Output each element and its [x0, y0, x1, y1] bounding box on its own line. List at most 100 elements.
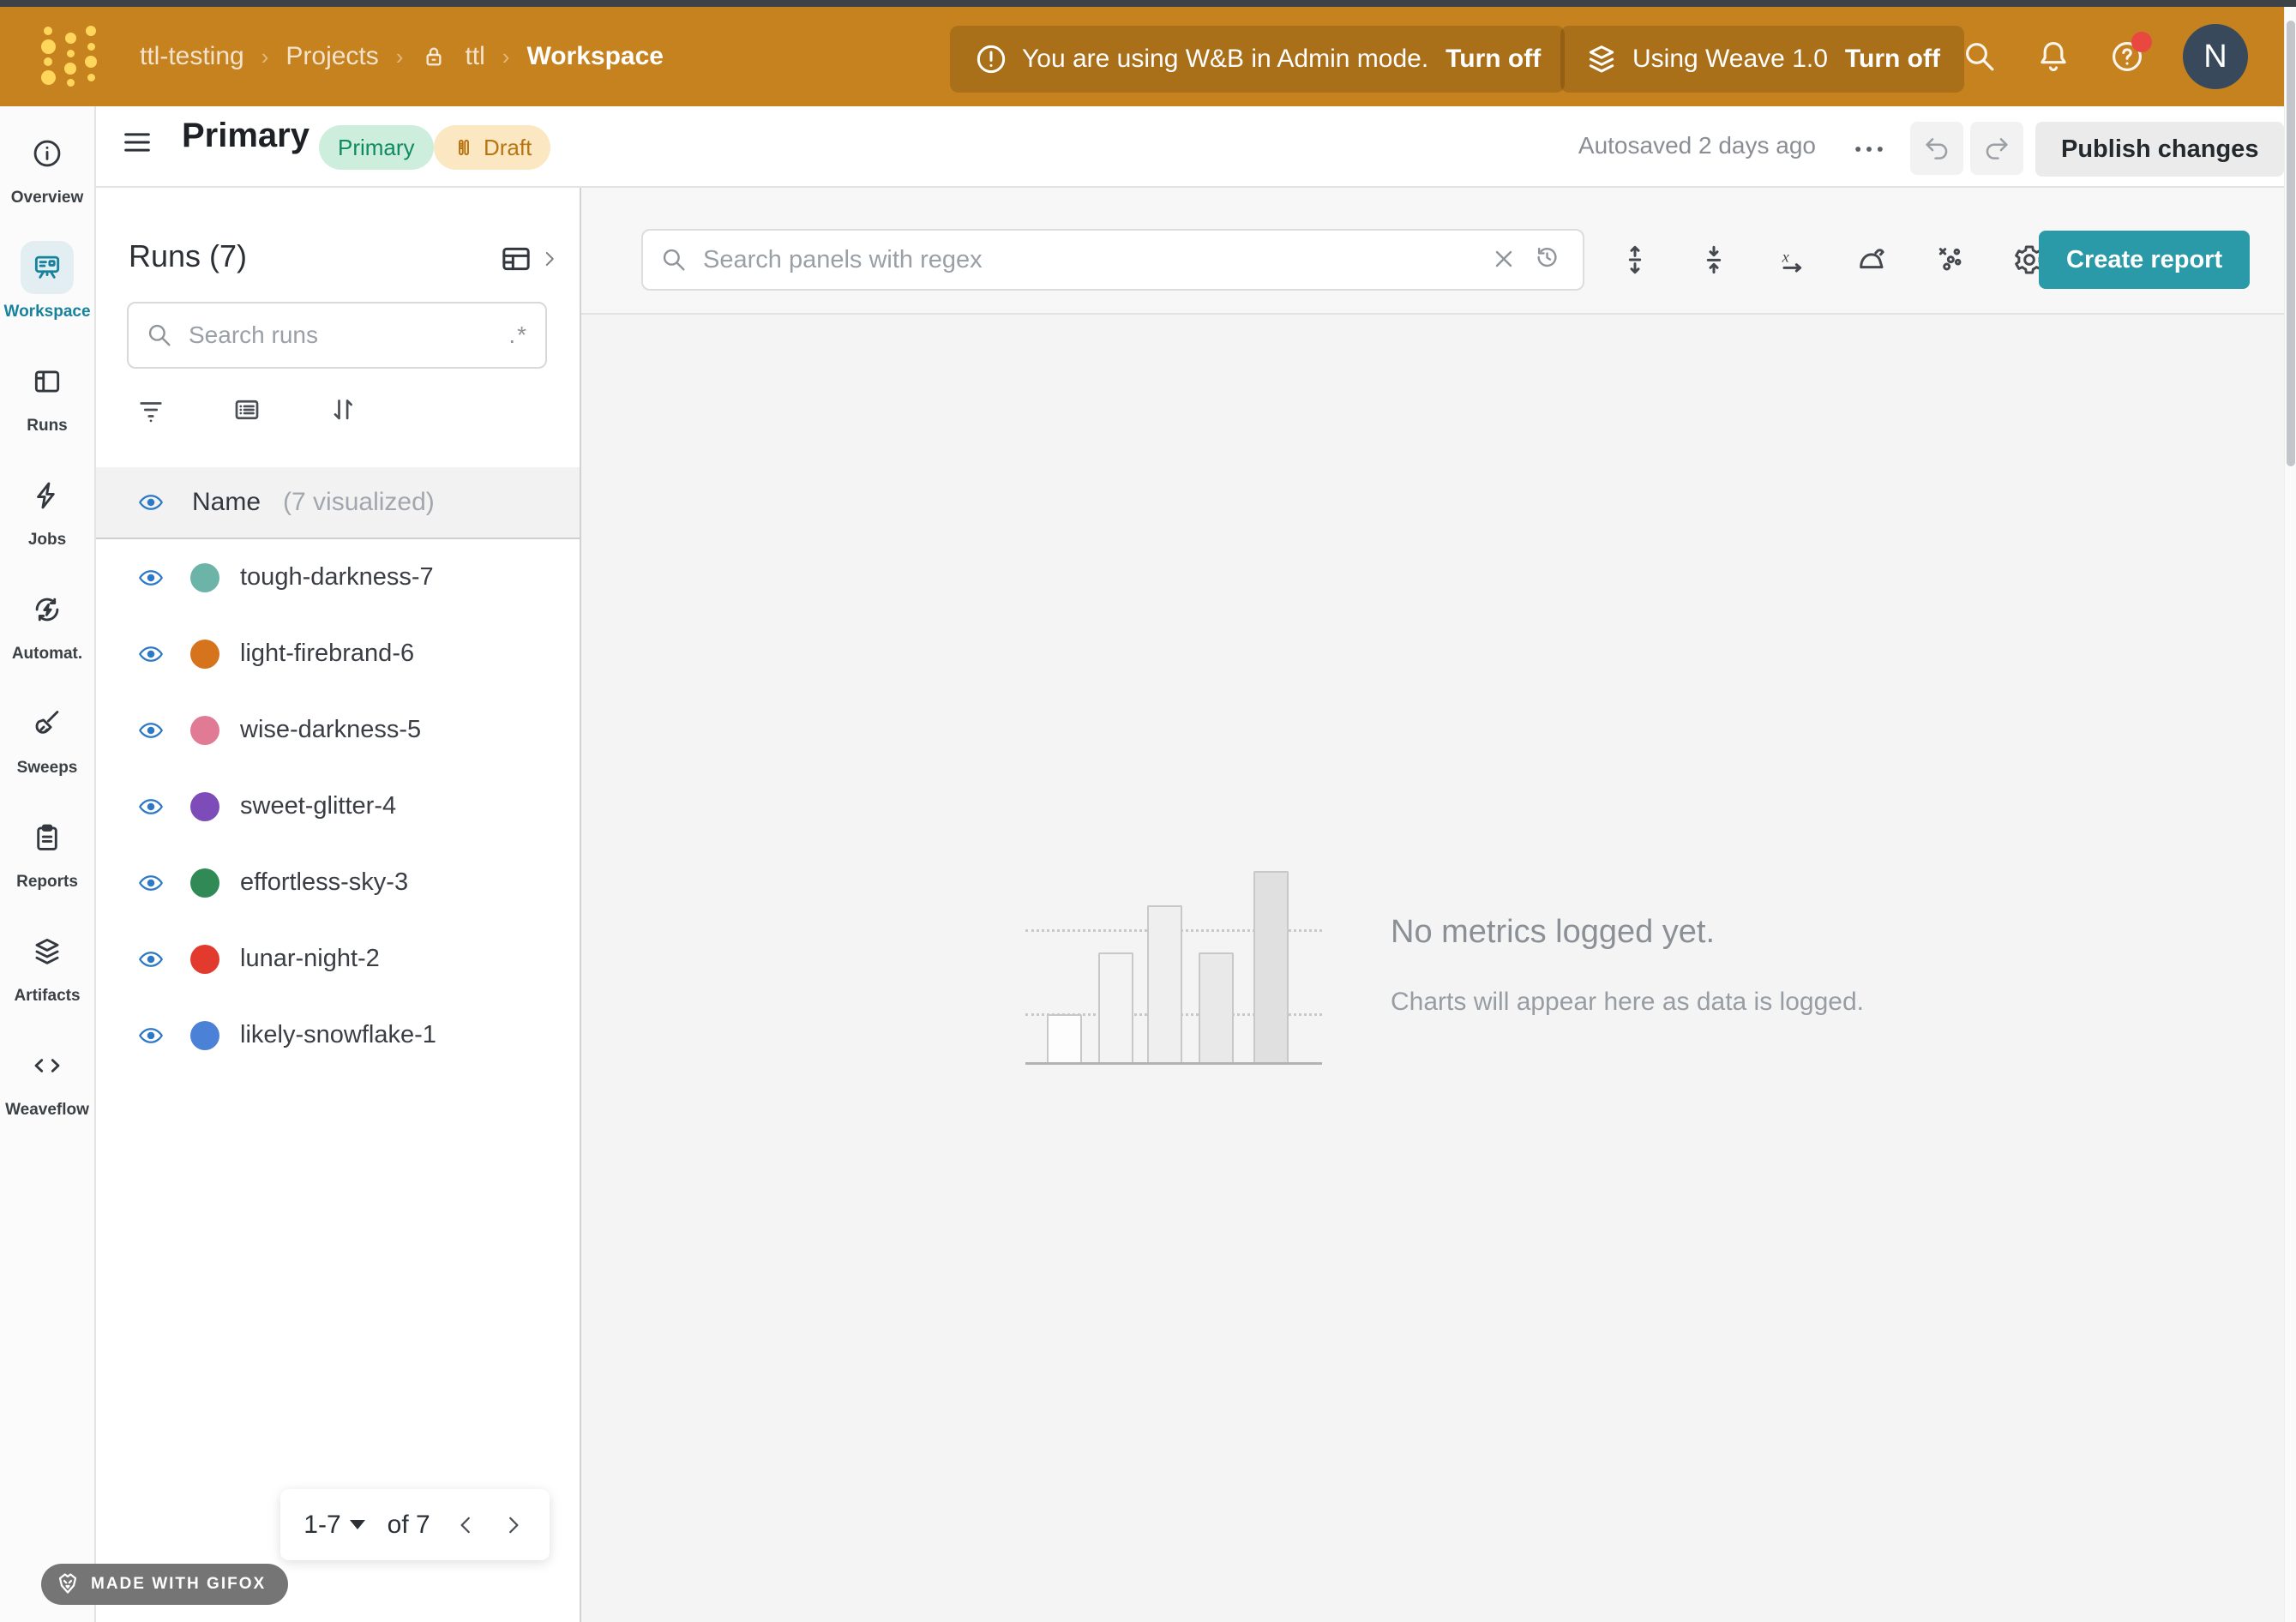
sidebar-item-reports[interactable]: Reports [0, 811, 95, 925]
sidebar-item-runs[interactable]: Runs [0, 355, 95, 469]
sidebar-item-label: Workspace [3, 303, 90, 321]
run-row[interactable]: lunar-night-2 [96, 921, 580, 997]
undo-button[interactable] [1910, 122, 1963, 175]
run-color-dot[interactable] [190, 792, 219, 821]
breadcrumb-item[interactable]: ttl-testing [140, 42, 244, 71]
broom-icon [21, 697, 74, 750]
weave-banner-text: Using Weave 1.0 [1632, 45, 1828, 74]
collapse-vertical-icon[interactable] [1694, 240, 1734, 279]
eye-icon[interactable] [132, 718, 170, 743]
eye-icon[interactable] [132, 946, 170, 972]
chart-bar [1098, 952, 1133, 1063]
run-color-dot[interactable] [190, 868, 219, 898]
weave-turn-off-button[interactable]: Turn off [1845, 45, 1940, 74]
expand-vertical-icon[interactable] [1615, 240, 1655, 279]
caret-down-icon [350, 1520, 365, 1529]
run-name[interactable]: sweet-glitter-4 [240, 792, 396, 820]
run-name[interactable]: effortless-sky-3 [240, 868, 408, 897]
run-row[interactable]: wise-darkness-5 [96, 692, 580, 768]
expand-runs-table-button[interactable] [499, 242, 564, 276]
run-name[interactable]: wise-darkness-5 [240, 716, 421, 744]
breadcrumb-item[interactable]: Workspace [526, 42, 664, 71]
chart-baseline [1025, 1062, 1322, 1065]
run-color-dot[interactable] [190, 945, 219, 974]
publish-changes-button[interactable]: Publish changes [2035, 122, 2284, 177]
avatar[interactable]: N [2183, 24, 2248, 89]
sidebar-item-label: Automat. [12, 645, 82, 664]
eye-icon[interactable] [132, 794, 170, 820]
smoothing-icon[interactable] [1852, 240, 1891, 279]
wandb-logo-icon[interactable] [39, 26, 101, 89]
panels-search-input[interactable] [701, 245, 1476, 275]
hamburger-menu-icon[interactable] [120, 125, 154, 159]
vertical-scrollbar[interactable] [2284, 7, 2296, 1622]
breadcrumb: ttl-testing›Projects›ttl›Workspace [140, 7, 664, 106]
svg-text:x: x [1782, 249, 1789, 266]
run-row[interactable]: light-firebrand-6 [96, 616, 580, 692]
search-icon [146, 321, 173, 349]
panels-content-area [581, 315, 2296, 1622]
breadcrumb-item[interactable]: ttl [465, 42, 484, 71]
sidebar-item-automat[interactable]: Automat. [0, 583, 95, 697]
run-row[interactable]: tough-darkness-7 [96, 539, 580, 616]
sidebar-item-label: Overview [11, 189, 84, 207]
run-name[interactable]: tough-darkness-7 [240, 563, 434, 592]
page-total-label: of 7 [388, 1511, 430, 1540]
eye-icon[interactable] [132, 565, 170, 591]
sidebar-item-label: Artifacts [14, 987, 80, 1006]
automations-icon [21, 583, 74, 636]
eye-icon[interactable] [132, 1023, 170, 1048]
sidebar-item-artifacts[interactable]: Artifacts [0, 925, 95, 1039]
sidebar-item-sweeps[interactable]: Sweeps [0, 697, 95, 811]
page-range-dropdown[interactable]: 1-7 [304, 1511, 364, 1540]
overflow-menu-icon[interactable] [1850, 134, 1888, 165]
regex-toggle[interactable]: .* [508, 321, 528, 349]
group-icon[interactable] [225, 387, 269, 432]
prev-page-button[interactable] [453, 1512, 478, 1538]
help-icon[interactable] [2109, 39, 2145, 75]
eye-icon[interactable] [132, 870, 170, 896]
sidebar-item-weaveflow[interactable]: Weaveflow [0, 1039, 95, 1153]
redo-button[interactable] [1970, 122, 2023, 175]
run-color-dot[interactable] [190, 716, 219, 745]
clipboard-icon [21, 811, 74, 864]
eye-icon[interactable] [132, 490, 170, 515]
outliers-icon[interactable] [1931, 240, 1970, 279]
search-icon[interactable] [1962, 39, 1998, 75]
breadcrumb-item[interactable]: Projects [285, 42, 378, 71]
info-icon [21, 127, 74, 180]
run-name[interactable]: lunar-night-2 [240, 945, 380, 973]
run-name[interactable]: likely-snowflake-1 [240, 1021, 436, 1049]
run-color-dot[interactable] [190, 563, 219, 592]
next-page-button[interactable] [501, 1512, 526, 1538]
weave-banner: Using Weave 1.0 Turn off [1560, 26, 1964, 93]
create-report-button[interactable]: Create report [2039, 231, 2250, 289]
filter-icon[interactable] [129, 387, 173, 432]
eye-icon[interactable] [132, 641, 170, 667]
empty-state-subtitle: Charts will appear here as data is logge… [1391, 988, 1864, 1017]
chevron-right-icon [538, 248, 561, 270]
sidebar-item-workspace[interactable]: Workspace [0, 241, 95, 355]
sidebar-item-jobs[interactable]: Jobs [0, 469, 95, 583]
runs-search-input[interactable] [187, 321, 495, 350]
x-axis-icon[interactable]: x [1773, 240, 1812, 279]
bell-icon[interactable] [2035, 39, 2071, 75]
run-row[interactable]: effortless-sky-3 [96, 844, 580, 921]
run-row[interactable]: likely-snowflake-1 [96, 997, 580, 1073]
run-name[interactable]: light-firebrand-6 [240, 640, 414, 668]
notification-dot [2131, 32, 2152, 52]
sort-icon[interactable] [321, 387, 365, 432]
layers-icon [21, 925, 74, 978]
run-row[interactable]: sweet-glitter-4 [96, 768, 580, 844]
admin-turn-off-button[interactable]: Turn off [1446, 45, 1541, 74]
panels-search-box [641, 229, 1584, 291]
run-color-dot[interactable] [190, 1021, 219, 1050]
gifox-fox-icon [55, 1571, 81, 1597]
panels-toolbar-icons: x [1615, 229, 2049, 291]
clear-search-icon[interactable] [1490, 245, 1519, 274]
scrollbar-thumb[interactable] [2287, 21, 2295, 466]
sidebar-item-overview[interactable]: Overview [0, 127, 95, 241]
runs-filter-toolbar [129, 387, 365, 432]
admin-banner-text: You are using W&B in Admin mode. [1022, 45, 1428, 74]
run-color-dot[interactable] [190, 640, 219, 669]
